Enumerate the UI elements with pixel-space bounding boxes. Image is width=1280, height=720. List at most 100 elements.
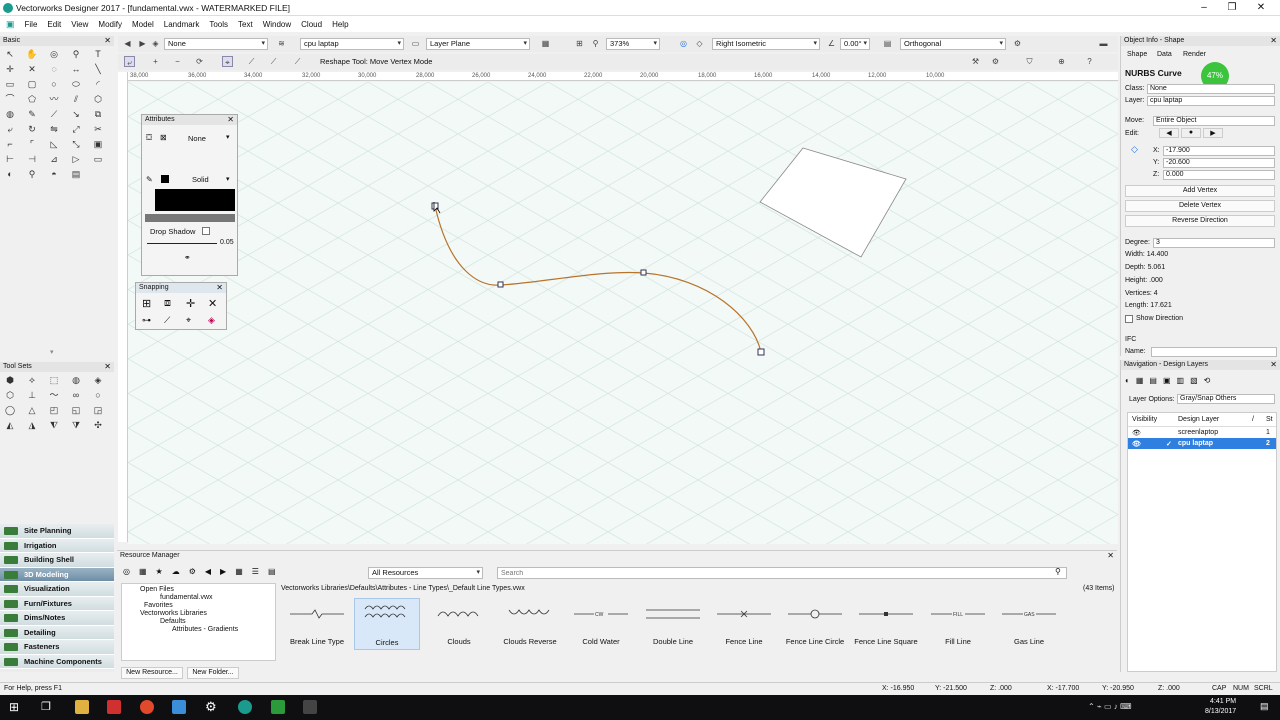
- resource-item[interactable]: Fence Line Circle: [782, 598, 848, 650]
- chevron-down-icon[interactable]: ▾: [226, 133, 230, 141]
- vectorworks-icon[interactable]: [238, 700, 252, 714]
- rotate-tool-icon[interactable]: ↻: [25, 124, 39, 135]
- menu-text[interactable]: Text: [238, 20, 253, 29]
- file-explorer-icon[interactable]: [75, 700, 89, 714]
- eye-icon[interactable]: 👁: [1128, 429, 1178, 437]
- z-field[interactable]: 0.000: [1163, 170, 1275, 180]
- drop-shadow-checkbox[interactable]: [202, 227, 210, 235]
- drawing-canvas[interactable]: [128, 82, 1118, 544]
- resource-item[interactable]: Clouds: [426, 598, 492, 650]
- camera-tool-icon[interactable]: ◐: [3, 169, 17, 180]
- snap-grid-icon[interactable]: ⊞: [142, 297, 151, 310]
- pyramid-tool-icon[interactable]: △: [25, 405, 39, 416]
- toolset-irrigation[interactable]: Irrigation: [0, 538, 114, 553]
- resource-item-selected[interactable]: Circles: [354, 598, 420, 650]
- mirror-3d-icon[interactable]: ✣: [91, 420, 105, 431]
- view-tool-icon[interactable]: ◓: [47, 169, 61, 180]
- sheet-icon[interactable]: ▣: [1163, 376, 1171, 385]
- refs-icon[interactable]: ⟲: [1204, 376, 1211, 385]
- tree-favorites[interactable]: Favorites: [122, 601, 275, 609]
- circle-tool-icon[interactable]: ○: [47, 79, 61, 90]
- cubic-vertex-icon[interactable]: ⟋: [292, 56, 303, 67]
- close-icon[interactable]: ✕: [227, 115, 234, 125]
- toolset-building-shell[interactable]: Building Shell: [0, 553, 114, 568]
- chamfer-tool-icon[interactable]: ◺: [47, 139, 61, 150]
- mirror-tool-icon[interactable]: ⇋: [47, 124, 61, 135]
- col-visibility[interactable]: Visibility: [1128, 416, 1178, 423]
- snap-angle-icon[interactable]: ✛: [186, 297, 195, 310]
- plane-select[interactable]: Layer Plane: [426, 38, 530, 50]
- connect-tool-icon[interactable]: ⤡: [69, 139, 83, 150]
- deform-tool-icon[interactable]: ◭: [3, 420, 17, 431]
- search-icon[interactable]: ⚲: [1055, 567, 1061, 576]
- prev-vertex-icon[interactable]: ◀: [1159, 128, 1179, 138]
- fill-style[interactable]: None: [188, 134, 206, 143]
- tree-vw-libraries[interactable]: Vectorworks Libraries: [122, 609, 275, 617]
- zoom-icon[interactable]: ⚲: [590, 38, 601, 49]
- settings-gear-icon[interactable]: ⚙: [205, 699, 217, 715]
- tray-icons[interactable]: ⌃ ⌁ ▭ ♪ ⌨: [1088, 702, 1132, 711]
- view-select[interactable]: Right Isometric: [712, 38, 820, 50]
- close-window-icon[interactable]: ✕: [1254, 2, 1268, 13]
- resource-item[interactable]: Fence Line: [711, 598, 777, 650]
- tab-shape[interactable]: Shape: [1127, 51, 1147, 58]
- close-icon[interactable]: ✕: [104, 362, 111, 372]
- forward-icon[interactable]: ▶: [137, 38, 148, 49]
- x-tool-icon[interactable]: ✕: [25, 64, 39, 75]
- toolset-fasteners[interactable]: Fasteners: [0, 640, 114, 655]
- resource-item[interactable]: CW Cold Water: [568, 598, 634, 650]
- toolset-furn-fixtures[interactable]: Furn/Fixtures: [0, 596, 114, 611]
- toolset-3d-modeling[interactable]: 3D Modeling: [0, 567, 114, 582]
- viewport-tool-icon[interactable]: ▭: [91, 154, 105, 165]
- close-icon[interactable]: ✕: [1107, 551, 1114, 561]
- clip-tool-icon[interactable]: ⧉: [91, 109, 105, 120]
- sphere-tool-icon[interactable]: ◍: [69, 375, 83, 386]
- angle-field[interactable]: 0.00°: [840, 38, 870, 50]
- y-field[interactable]: -20.600: [1163, 158, 1275, 168]
- col-stack[interactable]: St: [1266, 416, 1273, 423]
- collapse-viewbar-icon[interactable]: ▬: [1098, 38, 1109, 49]
- app-dark-icon[interactable]: [303, 700, 317, 714]
- text-tool-icon[interactable]: T: [91, 49, 105, 60]
- class-icon[interactable]: ▥: [1177, 376, 1185, 385]
- menu-edit[interactable]: Edit: [47, 20, 61, 29]
- zoom-tool-icon[interactable]: ⚲: [69, 49, 83, 60]
- vertex-handle[interactable]: [497, 281, 504, 288]
- layer-icon[interactable]: ≋: [276, 38, 287, 49]
- shell-tool-icon[interactable]: ◈: [91, 375, 105, 386]
- layer-options-select[interactable]: Gray/Snap Others: [1177, 394, 1275, 404]
- reshape-tool-icon[interactable]: ⤶: [3, 124, 17, 135]
- close-icon[interactable]: ✕: [104, 36, 111, 46]
- store-icon[interactable]: [172, 700, 186, 714]
- chevron-down-icon[interactable]: ▾: [226, 175, 230, 183]
- resource-item[interactable]: GAS Gas Line: [996, 598, 1062, 650]
- spiral-tool-icon[interactable]: ◍: [3, 109, 17, 120]
- chamfer-edge-icon[interactable]: ◱: [69, 405, 83, 416]
- snap-tangent-icon[interactable]: ⟋: [164, 315, 170, 326]
- helix-tool-icon[interactable]: ○: [91, 390, 105, 401]
- settings-icon[interactable]: ⚙: [189, 567, 196, 576]
- close-icon[interactable]: ✕: [216, 283, 223, 293]
- detail-view-icon[interactable]: ▤: [268, 567, 276, 576]
- sweep-tool-icon[interactable]: ⟡: [25, 375, 39, 386]
- corner-vertex-icon[interactable]: ⟋: [246, 56, 257, 67]
- settings-icon[interactable]: ⚙: [990, 56, 1001, 67]
- add-vertex-button[interactable]: Add Vertex: [1125, 185, 1275, 197]
- rounded-rect-tool-icon[interactable]: ▢: [25, 79, 39, 90]
- offset-tool-icon[interactable]: ⤢: [69, 124, 83, 135]
- walkthrough-tool-icon[interactable]: ⚲: [25, 169, 39, 180]
- fit-icon[interactable]: ⊞: [574, 38, 585, 49]
- new-resource-button[interactable]: New Resource...: [121, 667, 183, 679]
- app-red-icon[interactable]: [107, 700, 121, 714]
- 3d-locus-icon[interactable]: ⊥: [25, 390, 39, 401]
- reverse-direction-button[interactable]: Reverse Direction: [1125, 215, 1275, 227]
- loft-tool-icon[interactable]: ∞: [69, 390, 83, 401]
- snap-icon[interactable]: ⛉: [1024, 56, 1035, 67]
- polygon-tool-icon[interactable]: ⬠: [25, 94, 39, 105]
- opacity-bar[interactable]: [145, 214, 235, 222]
- delete-vertex-button[interactable]: Delete Vertex: [1125, 200, 1275, 212]
- render-mode-icon[interactable]: ▤: [882, 38, 893, 49]
- next-vertex-icon[interactable]: ▶: [1203, 128, 1223, 138]
- push-pull-icon[interactable]: ⬚: [47, 375, 61, 386]
- vertex-handle[interactable]: [757, 348, 765, 356]
